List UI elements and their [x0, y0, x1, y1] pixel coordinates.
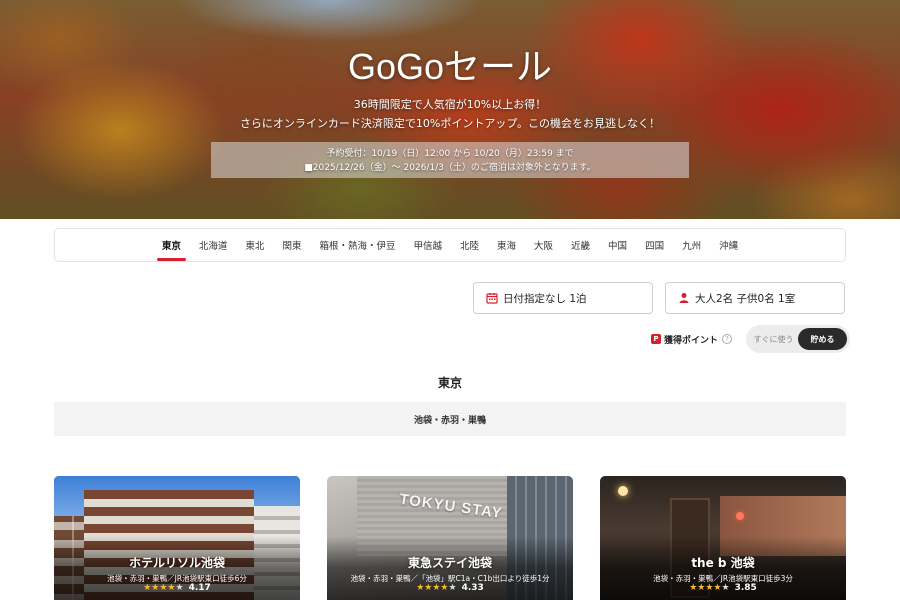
hotel-card-resol-ikebukuro[interactable]: ホテルリソル池袋 池袋・赤羽・巣鴨／JR池袋駅東口徒歩6分 ★★★★★ 4.17 — [54, 476, 300, 600]
star-rating-icon: ★★★★★ — [689, 583, 729, 593]
tab-kinki[interactable]: 近畿 — [562, 229, 599, 261]
stars-filled: ★★★★ — [143, 583, 176, 593]
tab-tohoku[interactable]: 東北 — [236, 229, 273, 261]
rating-value: 4.17 — [188, 583, 211, 593]
calendar-icon — [486, 293, 498, 304]
star-rating-icon: ★★★★★ — [416, 583, 456, 593]
hero-tagline: 36時間限定で人気宿が10%以上お得！ — [353, 98, 547, 111]
section-title: 東京 — [437, 376, 462, 390]
tab-hokkaido[interactable]: 北海道 — [190, 229, 237, 261]
stars-empty: ★ — [448, 583, 457, 593]
hotel-rating: ★★★★★ 3.85 — [600, 583, 846, 593]
tab-chugoku[interactable]: 中国 — [599, 229, 636, 261]
points-icon: P — [651, 334, 661, 344]
hero-subtagline: さらにオンラインカード決済限定で10%ポイントアップ。この機会をお見逃しなく！ — [239, 117, 661, 130]
points-label: 獲得ポイント — [664, 335, 719, 346]
area-filter-ikebukuro[interactable]: 池袋・赤羽・巣鴨 — [54, 402, 846, 436]
rating-value: 4.33 — [461, 583, 484, 593]
hotel-card-tokyu-stay-ikebukuro[interactable]: TOKYU STAY 東急ステイ池袋 池袋・赤羽・巣鴨／「池袋」駅C1a・C1b… — [327, 476, 573, 600]
stars-filled: ★★★★ — [689, 583, 722, 593]
tab-hakone-atami-izu[interactable]: 箱根・熱海・伊豆 — [310, 229, 404, 261]
rating-value: 3.85 — [734, 583, 757, 593]
tab-tokyo[interactable]: 東京 — [153, 229, 190, 261]
person-icon — [679, 293, 689, 303]
hero-notice-period: 予約受付：10/19（日）12:00 から 10/20（月）23:59 まで — [326, 149, 574, 159]
hero-banner: GoGoセール 36時間限定で人気宿が10%以上お得！ さらにオンラインカード決… — [0, 0, 900, 219]
hotel-photo-lamp — [736, 512, 744, 520]
date-label: 日付指定なし 1泊 — [503, 292, 587, 305]
tab-okinawa[interactable]: 沖縄 — [710, 229, 747, 261]
stars-filled: ★★★★ — [416, 583, 449, 593]
points-toggle: すぐに使う 貯める — [746, 325, 851, 353]
tab-hokuriku[interactable]: 北陸 — [451, 229, 488, 261]
hotel-name: 東急ステイ池袋 — [407, 556, 492, 570]
date-picker-button[interactable]: 日付指定なし 1泊 — [473, 282, 653, 314]
hero-notice-exclusion: ■2025/12/26（金）～ 2026/1/3（土）のご宿泊は対象外となります… — [304, 163, 596, 173]
tab-tokai[interactable]: 東海 — [488, 229, 525, 261]
tab-kyushu[interactable]: 九州 — [673, 229, 710, 261]
region-tabs: 東京 北海道 東北 関東 箱根・熱海・伊豆 甲信越 北陸 東海 大阪 近畿 中国… — [54, 228, 846, 262]
hotel-name: the b 池袋 — [691, 556, 755, 570]
tab-shikoku[interactable]: 四国 — [636, 229, 673, 261]
guests-label: 大人2名 子供0名 1室 — [695, 292, 796, 305]
hero-title: GoGoセール — [347, 46, 553, 87]
tab-osaka[interactable]: 大阪 — [525, 229, 562, 261]
hero-notice-box: 予約受付：10/19（日）12:00 から 10/20（月）23:59 まで ■… — [211, 142, 689, 178]
star-rating-icon: ★★★★★ — [143, 583, 183, 593]
points-row: P 獲得ポイント ? すぐに使う 貯める — [651, 325, 851, 353]
stars-empty: ★ — [721, 583, 730, 593]
hotel-name: ホテルリソル池袋 — [128, 556, 225, 570]
points-option-use-now[interactable]: すぐに使う — [749, 328, 798, 350]
help-icon[interactable]: ? — [722, 334, 733, 344]
tab-koshinetsu[interactable]: 甲信越 — [404, 229, 451, 261]
guest-picker-button[interactable]: 大人2名 子供0名 1室 — [665, 282, 845, 314]
hotel-card-the-b-ikebukuro[interactable]: the b 池袋 池袋・赤羽・巣鴨／JR池袋駅東口徒歩3分 ★★★★★ 3.85 — [600, 476, 846, 600]
stars-empty: ★ — [175, 583, 184, 593]
points-option-save[interactable]: 貯める — [798, 328, 848, 350]
hotel-rating: ★★★★★ 4.33 — [327, 583, 573, 593]
tab-kanto[interactable]: 関東 — [273, 229, 310, 261]
hotel-photo-lamp — [618, 486, 628, 496]
hotel-rating: ★★★★★ 4.17 — [54, 583, 300, 593]
